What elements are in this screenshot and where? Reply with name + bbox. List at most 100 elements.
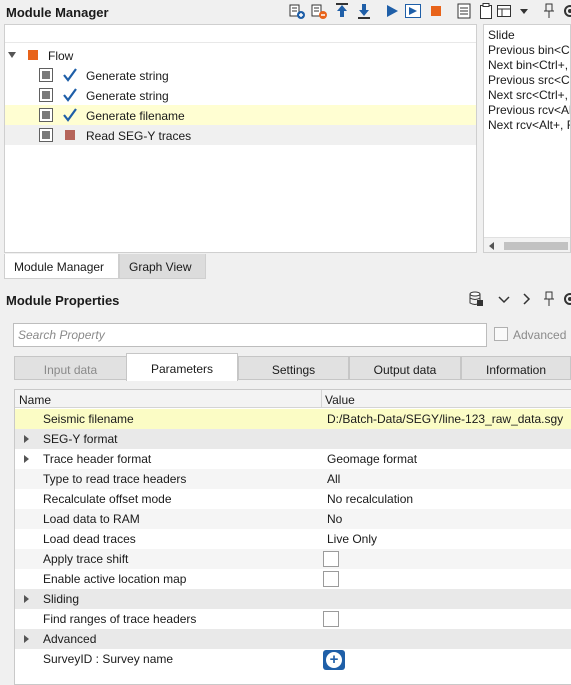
grid-menu-icon[interactable] <box>496 3 512 19</box>
tab-graph-view[interactable]: Graph View <box>119 254 206 279</box>
property-group-row[interactable]: Advanced <box>15 629 571 649</box>
property-group-row[interactable]: Sliding <box>15 589 571 609</box>
property-name: Sliding <box>43 592 80 606</box>
tab-settings[interactable]: Settings <box>238 356 349 380</box>
list-icon[interactable] <box>456 3 472 19</box>
chevron-right-icon[interactable] <box>518 291 534 307</box>
property-group-row[interactable]: Trace header format Geomage format <box>15 449 571 469</box>
horizontal-scrollbar[interactable] <box>484 237 570 252</box>
property-name: Trace header format <box>43 452 152 466</box>
property-row[interactable]: Type to read trace headers All <box>15 469 571 489</box>
tab-label: Graph View <box>129 260 192 274</box>
pin-icon[interactable] <box>541 3 557 19</box>
tab-label: Information <box>485 363 547 377</box>
property-grid: Name Value Seismic filename D:/Batch-Dat… <box>14 389 571 685</box>
column-divider[interactable] <box>321 390 322 408</box>
run-from-selected-icon[interactable] <box>405 3 421 19</box>
property-row[interactable]: Seismic filename D:/Batch-Data/SEGY/line… <box>15 409 571 429</box>
stop-icon[interactable] <box>428 3 444 19</box>
property-name: Seismic filename <box>43 412 134 426</box>
expand-arrow-icon[interactable] <box>24 435 29 443</box>
expand-arrow-icon[interactable] <box>24 595 29 603</box>
apply-trace-shift-checkbox[interactable] <box>323 551 339 567</box>
tab-module-manager[interactable]: Module Manager <box>4 254 119 279</box>
property-row[interactable]: Apply trace shift <box>15 549 571 569</box>
flow-root-row[interactable]: Flow <box>5 45 476 65</box>
module-manager-tabs: Module Manager Graph View <box>4 254 571 279</box>
remove-module-icon[interactable] <box>311 3 327 19</box>
advanced-checkbox[interactable] <box>494 327 508 341</box>
tab-output-data[interactable]: Output data <box>349 356 461 380</box>
shortcut-line: Slide <box>488 28 515 42</box>
property-value[interactable]: All <box>327 472 340 486</box>
module-label: Generate filename <box>86 109 185 123</box>
scroll-left-icon[interactable] <box>487 241 495 251</box>
run-icon[interactable] <box>384 3 400 19</box>
property-name: Find ranges of trace headers <box>43 612 197 626</box>
property-row[interactable]: Recalculate offset mode No recalculation <box>15 489 571 509</box>
chevron-down-icon[interactable] <box>496 291 512 307</box>
property-name: Apply trace shift <box>43 552 129 566</box>
move-up-icon[interactable] <box>334 3 350 19</box>
shortcut-line: Previous rcv<Alt <box>488 103 571 117</box>
flow-icon <box>28 50 38 60</box>
module-enable-checkbox[interactable] <box>39 88 53 102</box>
property-name: Recalculate offset mode <box>43 492 172 506</box>
check-icon <box>63 88 77 102</box>
property-value[interactable]: No recalculation <box>327 492 413 506</box>
grid-header: Name Value <box>15 390 571 408</box>
collapse-arrow-icon[interactable] <box>8 51 17 59</box>
flow-item[interactable]: Read SEG-Y traces <box>5 125 476 145</box>
find-ranges-checkbox[interactable] <box>323 611 339 627</box>
module-enable-checkbox[interactable] <box>39 128 53 142</box>
column-header-name: Name <box>19 393 52 407</box>
search-property-input[interactable] <box>14 324 486 346</box>
property-row[interactable]: Load dead traces Live Only <box>15 529 571 549</box>
property-row[interactable]: Find ranges of trace headers <box>15 609 571 629</box>
flow-item[interactable]: Generate string <box>5 65 476 85</box>
module-properties-title: Module Properties <box>6 293 120 308</box>
flow-root-label: Flow <box>48 49 74 63</box>
expand-arrow-icon[interactable] <box>24 635 29 643</box>
gear-icon[interactable] <box>562 291 571 307</box>
tab-input-data[interactable]: Input data <box>14 356 127 380</box>
active-location-map-checkbox[interactable] <box>323 571 339 587</box>
check-icon <box>63 68 77 82</box>
clipboard-icon[interactable] <box>478 3 494 19</box>
flow-item[interactable]: Generate string <box>5 85 476 105</box>
module-enable-checkbox[interactable] <box>39 108 53 122</box>
property-row[interactable]: Load data to RAM No <box>15 509 571 529</box>
flow-item-selected[interactable]: Generate filename <box>5 105 476 125</box>
property-value[interactable]: No <box>327 512 342 526</box>
tab-parameters[interactable]: Parameters <box>126 353 238 381</box>
gear-icon[interactable] <box>562 3 571 19</box>
shortcut-line: Next rcv<Alt+, F <box>488 118 571 132</box>
database-icon[interactable] <box>468 291 484 307</box>
property-row[interactable]: SurveyID : Survey name + <box>15 649 571 671</box>
expand-arrow-icon[interactable] <box>24 455 29 463</box>
shortcut-line: Previous src<Ct <box>488 73 571 87</box>
pin-icon[interactable] <box>541 291 557 307</box>
property-name: Advanced <box>43 632 97 646</box>
shortcut-panel: Slide Previous bin<Ct Next bin<Ctrl+, Pr… <box>483 24 571 253</box>
property-name: Enable active location map <box>43 572 187 586</box>
property-name: SEG-Y format <box>43 432 118 446</box>
module-label: Generate string <box>86 89 169 103</box>
property-row[interactable]: Enable active location map <box>15 569 571 589</box>
property-value[interactable]: D:/Batch-Data/SEGY/line-123_raw_data.sgy <box>327 412 563 426</box>
dropdown-icon[interactable] <box>516 3 532 19</box>
add-survey-button[interactable]: + <box>323 650 345 670</box>
property-value[interactable]: Geomage format <box>327 452 417 466</box>
column-header-value: Value <box>325 393 355 407</box>
add-module-icon[interactable] <box>289 3 305 19</box>
advanced-label: Advanced <box>513 328 567 342</box>
module-label: Read SEG-Y traces <box>86 129 192 143</box>
tab-information[interactable]: Information <box>461 356 571 380</box>
scrollbar-thumb[interactable] <box>504 242 568 250</box>
module-enable-checkbox[interactable] <box>39 68 53 82</box>
property-value[interactable]: Live Only <box>327 532 377 546</box>
plus-icon: + <box>326 652 342 668</box>
flow-tree-panel: Flow Generate string Generate string Gen… <box>4 24 477 253</box>
property-group-row[interactable]: SEG-Y format <box>15 429 571 449</box>
move-down-icon[interactable] <box>356 3 372 19</box>
